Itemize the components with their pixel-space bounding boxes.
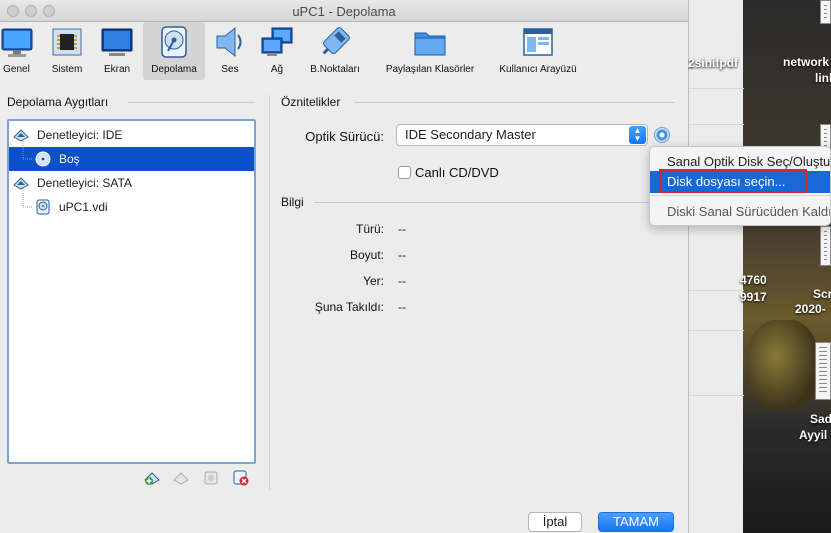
tree-item-sata-controller[interactable]: Denetleyici: SATA — [9, 171, 254, 195]
display-icon — [100, 25, 134, 59]
monitor-icon — [0, 25, 34, 59]
panel-divider — [269, 95, 270, 490]
menu-item-remove-disk[interactable]: Diski Sanal Sürücüden Kaldır — [650, 201, 830, 223]
heading-divider — [128, 102, 255, 103]
info-size-value: -- — [398, 248, 406, 262]
select-stepper-icon: ▲ ▼ — [629, 126, 646, 144]
window-icon — [521, 25, 555, 59]
desktop-file-label[interactable]: 4760 — [740, 273, 767, 287]
info-type-value: -- — [398, 222, 406, 236]
desktop-file-label[interactable]: Sad — [810, 412, 831, 426]
chip-icon — [50, 25, 84, 59]
desktop-file-label[interactable]: 2020- — [795, 302, 826, 316]
optical-drive-label: Optik Sürücü: — [305, 129, 384, 144]
tree-connector-lines — [22, 141, 33, 208]
desktop-file-label[interactable]: 9917 — [740, 290, 767, 304]
optical-drive-value: IDE Secondary Master — [405, 127, 536, 142]
desktop-file-label[interactable]: Ayyil — [799, 428, 827, 442]
menu-divider — [650, 195, 830, 196]
info-attached-to-label: Şuna Takıldı: — [314, 300, 384, 314]
tree-item-label: uPC1.vdi — [59, 200, 108, 214]
heading-divider — [355, 102, 675, 103]
storage-devices-heading: Depolama Aygıtları — [7, 95, 109, 109]
window-title: uPC1 - Depolama — [292, 4, 396, 19]
tab-serial-ports[interactable]: B.Noktaları — [306, 22, 364, 80]
optical-drive-select[interactable]: IDE Secondary Master ▲ ▼ — [396, 124, 648, 146]
info-type-label: Türü: — [355, 222, 384, 236]
info-location-label: Yer: — [363, 274, 384, 288]
optical-disc-icon — [35, 151, 51, 167]
desktop-file-label[interactable]: Scr — [813, 287, 831, 301]
highlight-annotation-box — [659, 169, 807, 193]
hard-disk-icon — [35, 199, 51, 215]
desktop-photo — [748, 320, 818, 410]
tree-item-label: Denetleyici: IDE — [37, 128, 123, 142]
info-attached-to-value: -- — [398, 300, 406, 314]
cancel-button[interactable]: İptal — [528, 512, 582, 532]
tab-label: Depolama — [151, 64, 197, 75]
finder-window-edge — [688, 0, 744, 533]
tab-label: Kullanıcı Arayüzü — [499, 64, 577, 75]
storage-tree[interactable]: Denetleyici: IDE Boş Denetleyici: SATA u… — [7, 119, 256, 464]
attributes-heading: Öznitelikler — [281, 95, 341, 109]
serial-port-icon — [318, 25, 352, 59]
tab-label: Sistem — [51, 64, 83, 75]
tab-general[interactable]: Genel — [0, 22, 33, 80]
add-controller-button[interactable] — [143, 469, 161, 487]
desktop-file-label[interactable]: link — [815, 71, 831, 85]
tab-storage[interactable]: Depolama — [143, 22, 205, 80]
network-icon — [260, 25, 294, 59]
remove-controller-button[interactable] — [172, 469, 190, 487]
tab-label: Genel — [3, 64, 30, 75]
tab-label: Ağ — [270, 64, 284, 75]
tree-item-label: Denetleyici: SATA — [37, 176, 132, 190]
tree-item-hdd[interactable]: uPC1.vdi — [9, 195, 254, 219]
remove-attachment-button[interactable] — [232, 469, 250, 487]
desktop-background: 2sinifpdf network link 4760 9917 Scr 202… — [688, 0, 831, 533]
tree-item-empty-optical[interactable]: Boş — [9, 147, 254, 171]
speaker-icon — [213, 25, 247, 59]
desktop-file-thumbnail[interactable] — [820, 226, 831, 266]
tab-system[interactable]: Sistem — [47, 22, 87, 80]
tab-user-interface[interactable]: Kullanıcı Arayüzü — [492, 22, 584, 80]
info-heading: Bilgi — [281, 195, 304, 209]
tab-audio[interactable]: Ses — [213, 22, 247, 80]
tree-item-ide-controller[interactable]: Denetleyici: IDE — [9, 123, 254, 147]
desktop-file-label[interactable]: network — [783, 55, 829, 69]
info-location-value: -- — [398, 274, 406, 288]
heading-divider — [314, 202, 675, 203]
title-bar: uPC1 - Depolama — [0, 0, 688, 22]
tab-display[interactable]: Ekran — [99, 22, 135, 80]
settings-window: uPC1 - Depolama Genel Sistem Ekran Depol… — [0, 0, 688, 533]
live-cd-label: Canlı CD/DVD — [415, 165, 499, 180]
add-attachment-button[interactable] — [202, 469, 220, 487]
tab-label: Ses — [221, 64, 239, 75]
tree-item-label: Boş — [59, 152, 80, 166]
ok-button[interactable]: TAMAM — [598, 512, 674, 532]
tab-network[interactable]: Ağ — [260, 22, 294, 80]
choose-disk-button[interactable] — [654, 127, 670, 143]
tab-label: B.Noktaları — [310, 64, 360, 75]
disk-icon — [157, 25, 191, 59]
live-cd-checkbox[interactable] — [398, 166, 411, 179]
folder-icon — [413, 25, 447, 59]
desktop-file-label[interactable]: 2sinifpdf — [688, 56, 738, 70]
tab-label: Ekran — [103, 64, 131, 75]
settings-toolbar: Genel Sistem Ekran Depolama Ses Ağ B.Nok… — [0, 22, 688, 80]
tab-shared-folders[interactable]: Paylaşılan Klasörler — [380, 22, 480, 80]
info-size-label: Boyut: — [349, 248, 384, 262]
tab-label: Paylaşılan Klasörler — [385, 64, 475, 75]
desktop-file-thumbnail[interactable] — [815, 342, 831, 400]
desktop-file-thumbnail[interactable] — [820, 0, 831, 24]
